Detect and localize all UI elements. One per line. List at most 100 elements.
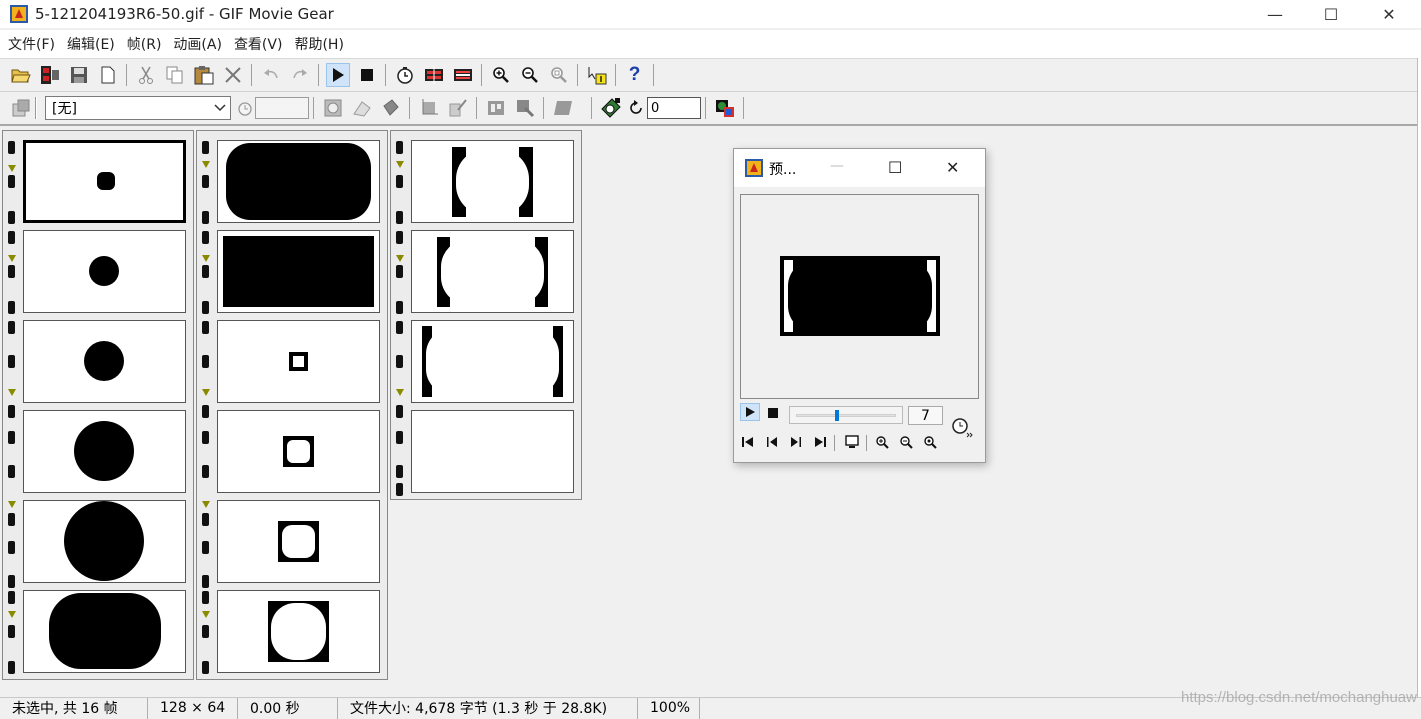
background-button[interactable]	[842, 433, 862, 451]
preview-title-bar: 预... — ☐ ✕	[734, 149, 985, 187]
open-button[interactable]	[9, 63, 33, 87]
maximize-button[interactable]: ☐	[1302, 0, 1360, 28]
crop-icon	[422, 99, 438, 115]
menu-edit[interactable]: 编辑(E)	[66, 34, 123, 54]
previous-frame-button[interactable]	[762, 433, 782, 451]
preview-play-button[interactable]	[740, 403, 760, 421]
flip-button[interactable]	[513, 96, 537, 120]
loop-count-input[interactable]: 0	[647, 97, 701, 119]
preview-zoom-out-button[interactable]	[896, 433, 916, 451]
copy-button[interactable]	[163, 63, 187, 87]
preview-minimize-button[interactable]: —	[830, 158, 844, 174]
optimize-button[interactable]	[422, 63, 446, 87]
frame-thumbnail[interactable]	[23, 140, 186, 223]
frame-thumbnail[interactable]	[217, 140, 380, 223]
frame-info-icon	[588, 67, 606, 85]
redo-button[interactable]	[288, 63, 312, 87]
cut-button[interactable]	[134, 63, 158, 87]
reduce-colors-button[interactable]	[451, 63, 475, 87]
frame-thumbnail[interactable]	[411, 140, 574, 223]
new-button[interactable]	[96, 63, 120, 87]
toolbar-separator	[743, 97, 744, 119]
crop-button[interactable]	[417, 96, 441, 120]
frame-thumbnail[interactable]	[411, 410, 574, 493]
menu-view[interactable]: 查看(V)	[233, 34, 291, 54]
speed-clock-icon[interactable]	[950, 415, 974, 439]
frame-image	[49, 593, 161, 669]
frame-thumbnail[interactable]	[23, 500, 186, 583]
paste-button[interactable]	[192, 63, 216, 87]
effects-button[interactable]	[551, 96, 575, 120]
frame-strip	[2, 130, 194, 680]
rotate-button[interactable]	[446, 96, 470, 120]
undo-button[interactable]	[259, 63, 283, 87]
menu-bar: 文件(F) 编辑(E) 帧(R) 动画(A) 查看(V) 帮助(H)	[0, 30, 1421, 58]
timing-button[interactable]	[393, 63, 417, 87]
frame-thumbnail[interactable]	[411, 320, 574, 403]
slider-thumb[interactable]	[835, 410, 840, 421]
frame-thumbnail[interactable]	[23, 230, 186, 313]
insert-frames-icon	[40, 66, 59, 84]
insert-frames-button[interactable]	[38, 63, 62, 87]
toolbar-separator	[409, 97, 410, 119]
frame-thumbnail[interactable]	[23, 590, 186, 673]
preview-zoom-in-button[interactable]	[872, 433, 892, 451]
play-button[interactable]	[325, 63, 350, 87]
frame-thumbnail[interactable]	[217, 410, 380, 493]
frame-thumbnail[interactable]	[411, 230, 574, 313]
frame-thumbnail[interactable]	[217, 230, 380, 313]
previous-frame-icon	[767, 437, 777, 447]
help-button[interactable]: ?	[623, 63, 647, 87]
zoom-out-button[interactable]	[518, 63, 542, 87]
minimize-button[interactable]: —	[1246, 0, 1304, 28]
disposal-method-select[interactable]: [无]	[45, 96, 231, 120]
frame-image	[26, 143, 183, 220]
preview-zoom-fit-button[interactable]	[920, 433, 940, 451]
frame-thumbnail[interactable]	[23, 320, 186, 403]
preview-stop-button[interactable]	[763, 404, 783, 422]
first-frame-button[interactable]	[738, 433, 758, 451]
current-frame-field[interactable]: 7	[908, 406, 943, 425]
menu-help[interactable]: 帮助(H)	[293, 34, 351, 54]
erase-button[interactable]	[350, 96, 374, 120]
play-icon	[746, 407, 755, 417]
frame-toolbar: [无] 0	[0, 92, 1417, 126]
frame-thumbnail[interactable]	[217, 590, 380, 673]
frame-delay-input[interactable]	[255, 97, 309, 119]
loop-icon	[630, 100, 642, 114]
last-frame-button[interactable]	[810, 433, 830, 451]
toolbar-separator	[577, 64, 578, 86]
zoom-in-button[interactable]	[489, 63, 513, 87]
toolbar-separator	[476, 97, 477, 119]
delete-button[interactable]	[221, 63, 245, 87]
copy-icon	[166, 66, 182, 84]
next-frame-button[interactable]	[786, 433, 806, 451]
slider-track	[796, 414, 896, 417]
status-duration: 0.00 秒	[238, 697, 338, 719]
window-border	[1417, 58, 1421, 698]
transparency-button[interactable]	[321, 96, 345, 120]
frame-slider[interactable]	[789, 406, 903, 424]
fill-button[interactable]	[379, 96, 403, 120]
frame-thumbnail[interactable]	[217, 320, 380, 403]
preview-close-button[interactable]: ✕	[946, 158, 959, 177]
stop-button[interactable]	[355, 63, 379, 87]
frame-info-button[interactable]	[585, 63, 609, 87]
menu-frame[interactable]: 帧(R)	[126, 34, 170, 54]
toolbar-separator	[591, 97, 592, 119]
frame-thumbnail[interactable]	[23, 410, 186, 493]
palette-icon	[600, 98, 621, 118]
frame-properties-button[interactable]	[9, 96, 33, 120]
toolbar-separator	[653, 64, 654, 86]
zoom-fit-button[interactable]	[547, 63, 571, 87]
resize-button[interactable]	[484, 96, 508, 120]
global-palette-button[interactable]	[599, 96, 623, 120]
frame-thumbnail[interactable]	[217, 500, 380, 583]
close-button[interactable]: ✕	[1360, 0, 1418, 28]
preview-maximize-button[interactable]: ☐	[888, 158, 902, 177]
menu-file[interactable]: 文件(F)	[7, 34, 63, 54]
banner-button[interactable]	[713, 96, 737, 120]
menu-animation[interactable]: 动画(A)	[172, 34, 230, 54]
save-button[interactable]	[67, 63, 91, 87]
toolbar-separator	[318, 64, 319, 86]
